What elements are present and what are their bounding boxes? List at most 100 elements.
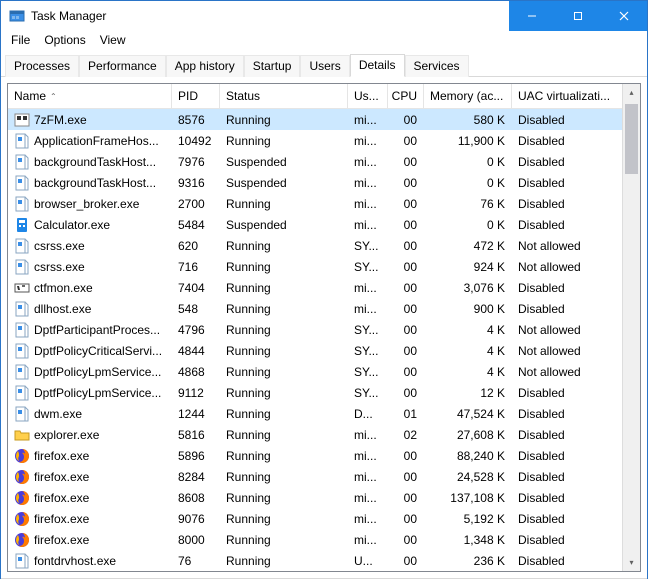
cell-name: backgroundTaskHost...	[8, 151, 172, 172]
table-header: Name ⌃ PID Status Us... CPU Memory (ac..…	[8, 84, 622, 109]
table-row[interactable]: ApplicationFrameHos...10492Runningmi...0…	[8, 130, 622, 151]
cell-name: firefox.exe	[8, 508, 172, 529]
table-row[interactable]: firefox.exe5896Runningmi...0088,240 KDis…	[8, 445, 622, 466]
cell-user: SY...	[348, 340, 388, 361]
table-row[interactable]: explorer.exe5816Runningmi...0227,608 KDi…	[8, 424, 622, 445]
col-header-status[interactable]: Status	[220, 84, 348, 108]
cell-cpu: 00	[388, 529, 424, 550]
cell-user: mi...	[348, 214, 388, 235]
table-row[interactable]: dllhost.exe548Runningmi...00900 KDisable…	[8, 298, 622, 319]
tab-startup[interactable]: Startup	[244, 55, 301, 77]
table-row[interactable]: firefox.exe8608Runningmi...00137,108 KDi…	[8, 487, 622, 508]
cell-uac: Disabled	[512, 214, 618, 235]
table-row[interactable]: dwm.exe1244RunningD...0147,524 KDisabled	[8, 403, 622, 424]
menu-view[interactable]: View	[94, 31, 132, 49]
col-header-user[interactable]: Us...	[348, 84, 388, 108]
scroll-up-arrow-icon[interactable]: ▴	[623, 84, 640, 101]
process-name-label: DptfParticipantProces...	[34, 323, 160, 337]
tab-users[interactable]: Users	[300, 55, 349, 77]
scroll-thumb[interactable]	[625, 104, 638, 174]
generic-icon	[14, 364, 30, 380]
vertical-scrollbar[interactable]: ▴ ▾	[622, 84, 640, 571]
process-name-label: firefox.exe	[34, 533, 89, 547]
process-name-label: Calculator.exe	[34, 218, 110, 232]
table-row[interactable]: DptfParticipantProces...4796RunningSY...…	[8, 319, 622, 340]
table-row[interactable]: csrss.exe620RunningSY...00472 KNot allow…	[8, 235, 622, 256]
minimize-button[interactable]	[509, 1, 555, 31]
cell-user: SY...	[348, 235, 388, 256]
cell-name: browser_broker.exe	[8, 193, 172, 214]
cell-cpu: 00	[388, 298, 424, 319]
task-manager-window: Task Manager File Options View Processes…	[0, 0, 648, 579]
cell-name: DptfPolicyLpmService...	[8, 361, 172, 382]
close-button[interactable]	[601, 1, 647, 31]
table-row[interactable]: Calculator.exe5484Suspendedmi...000 KDis…	[8, 214, 622, 235]
tab-processes[interactable]: Processes	[5, 55, 79, 77]
cell-pid: 716	[172, 256, 220, 277]
cell-status: Running	[220, 424, 348, 445]
cell-pid: 10492	[172, 130, 220, 151]
table-row[interactable]: browser_broker.exe2700Runningmi...0076 K…	[8, 193, 622, 214]
process-name-label: DptfPolicyLpmService...	[34, 365, 161, 379]
table-row[interactable]: ctfmon.exe7404Runningmi...003,076 KDisab…	[8, 277, 622, 298]
table-row[interactable]: backgroundTaskHost...9316Suspendedmi...0…	[8, 172, 622, 193]
table-row[interactable]: 7zFM.exe8576Runningmi...00580 KDisabled	[8, 109, 622, 130]
cell-pid: 2700	[172, 193, 220, 214]
process-name-label: 7zFM.exe	[34, 113, 87, 127]
col-header-pid[interactable]: PID	[172, 84, 220, 108]
cell-cpu: 00	[388, 130, 424, 151]
table-row[interactable]: firefox.exe8284Runningmi...0024,528 KDis…	[8, 466, 622, 487]
menu-file[interactable]: File	[5, 31, 36, 49]
table-row[interactable]: DptfPolicyCriticalServi...4844RunningSY.…	[8, 340, 622, 361]
generic-icon	[14, 238, 30, 254]
maximize-button[interactable]	[555, 1, 601, 31]
col-header-name[interactable]: Name ⌃	[8, 84, 172, 108]
process-name-label: firefox.exe	[34, 512, 89, 526]
cell-uac: Not allowed	[512, 361, 618, 382]
process-name-label: fontdrvhost.exe	[34, 554, 116, 568]
cell-cpu: 00	[388, 508, 424, 529]
generic-icon	[14, 553, 30, 569]
cell-user: mi...	[348, 424, 388, 445]
cell-name: dllhost.exe	[8, 298, 172, 319]
col-header-cpu[interactable]: CPU	[388, 84, 424, 108]
cell-status: Running	[220, 382, 348, 403]
process-name-label: browser_broker.exe	[34, 197, 139, 211]
cell-status: Running	[220, 508, 348, 529]
cell-name: firefox.exe	[8, 529, 172, 550]
col-header-uac[interactable]: UAC virtualizati...	[512, 84, 618, 108]
table-row[interactable]: csrss.exe716RunningSY...00924 KNot allow…	[8, 256, 622, 277]
tab-app-history[interactable]: App history	[166, 55, 244, 77]
ctfmon-icon	[14, 280, 30, 296]
cell-user: mi...	[348, 130, 388, 151]
titlebar[interactable]: Task Manager	[1, 1, 647, 31]
table-row[interactable]: DptfPolicyLpmService...9112RunningSY...0…	[8, 382, 622, 403]
tab-details[interactable]: Details	[350, 54, 405, 77]
cell-status: Running	[220, 466, 348, 487]
cell-uac: Disabled	[512, 424, 618, 445]
cell-uac: Disabled	[512, 130, 618, 151]
cell-memory: 5,192 K	[424, 508, 512, 529]
cell-name: dwm.exe	[8, 403, 172, 424]
cell-status: Running	[220, 340, 348, 361]
process-name-label: firefox.exe	[34, 449, 89, 463]
cell-user: mi...	[348, 109, 388, 130]
table-row[interactable]: DptfPolicyLpmService...4868RunningSY...0…	[8, 361, 622, 382]
tab-strip: Processes Performance App history Startu…	[1, 49, 647, 77]
firefox-icon	[14, 469, 30, 485]
cell-pid: 76	[172, 550, 220, 571]
cell-user: SY...	[348, 361, 388, 382]
cell-name: DptfPolicyLpmService...	[8, 382, 172, 403]
cell-status: Running	[220, 361, 348, 382]
scroll-down-arrow-icon[interactable]: ▾	[623, 554, 640, 571]
tab-performance[interactable]: Performance	[79, 55, 166, 77]
table-row[interactable]: backgroundTaskHost...7976Suspendedmi...0…	[8, 151, 622, 172]
table-row[interactable]: fontdrvhost.exe76RunningU...00236 KDisab…	[8, 550, 622, 571]
cell-pid: 9112	[172, 382, 220, 403]
tab-services[interactable]: Services	[405, 55, 469, 77]
menu-options[interactable]: Options	[38, 31, 91, 49]
table-row[interactable]: firefox.exe9076Runningmi...005,192 KDisa…	[8, 508, 622, 529]
col-header-memory[interactable]: Memory (ac...	[424, 84, 512, 108]
process-name-label: csrss.exe	[34, 239, 85, 253]
table-row[interactable]: firefox.exe8000Runningmi...001,348 KDisa…	[8, 529, 622, 550]
